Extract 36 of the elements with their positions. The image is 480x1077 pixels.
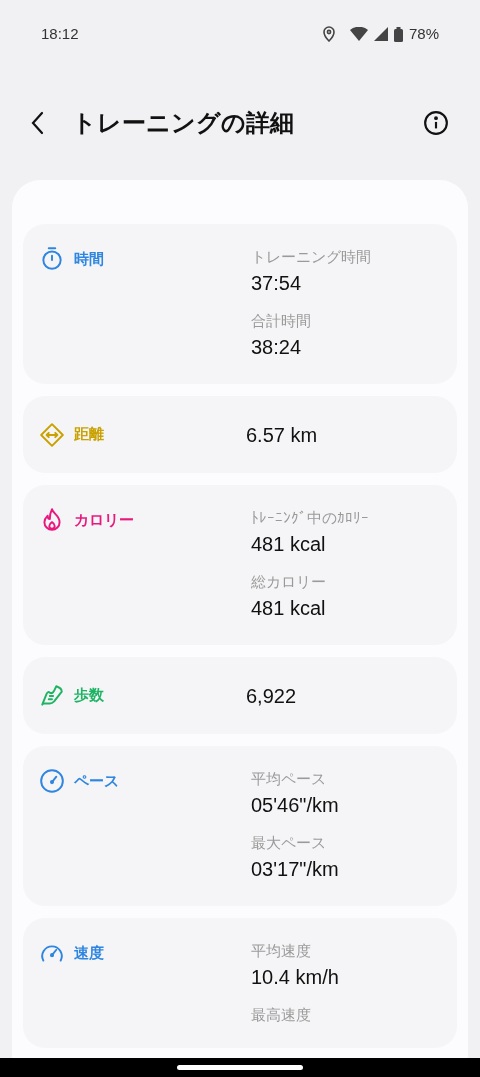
- stat-value: 6,922: [245, 683, 297, 709]
- signal-icon: [373, 27, 388, 41]
- location-icon: [321, 26, 336, 42]
- home-handle[interactable]: [177, 1065, 303, 1070]
- stat-value: 37:54: [251, 271, 303, 296]
- stat-value: 481 kcal: [251, 596, 327, 621]
- wifi-icon: [349, 27, 368, 41]
- gauge-icon: [39, 768, 65, 794]
- stat-label: 平均速度: [251, 941, 312, 961]
- info-button[interactable]: [423, 110, 449, 136]
- stat-value: 6.57 km: [245, 422, 318, 448]
- stat-value: 481 kcal: [251, 532, 327, 557]
- stat-value: 38:24: [251, 335, 303, 360]
- battery-percent: 78%: [408, 23, 439, 44]
- distance-icon: [39, 421, 65, 448]
- card-title: 時間: [74, 248, 104, 269]
- stat-value: 03'17"/km: [251, 857, 339, 882]
- card-title: 距離: [74, 424, 104, 445]
- stat-label: 総カロリー: [251, 572, 327, 592]
- stat-label: トレーニング時間: [251, 247, 371, 267]
- stat-label: 合計時間: [251, 311, 312, 331]
- shoe-icon: [39, 682, 65, 709]
- stat-label: 平均ペース: [251, 769, 327, 789]
- stat-label: 最大ペース: [251, 833, 327, 853]
- page-title: トレーニングの詳細: [72, 108, 295, 138]
- stat-label: ﾄﾚｰﾆﾝｸﾞ中のｶﾛﾘｰ: [251, 508, 369, 528]
- card-title: カロリー: [74, 509, 134, 530]
- status-time: 18:12: [41, 23, 79, 44]
- stat-label: 最高速度: [251, 1005, 312, 1025]
- stopwatch-icon: [39, 246, 65, 272]
- stat-value: 05'46"/km: [251, 793, 339, 818]
- card-title: 歩数: [74, 685, 104, 706]
- battery-icon: [393, 26, 403, 42]
- card-title: ペース: [74, 770, 119, 791]
- card-title: 速度: [74, 942, 104, 963]
- stat-value: 10.4 km/h: [251, 965, 339, 990]
